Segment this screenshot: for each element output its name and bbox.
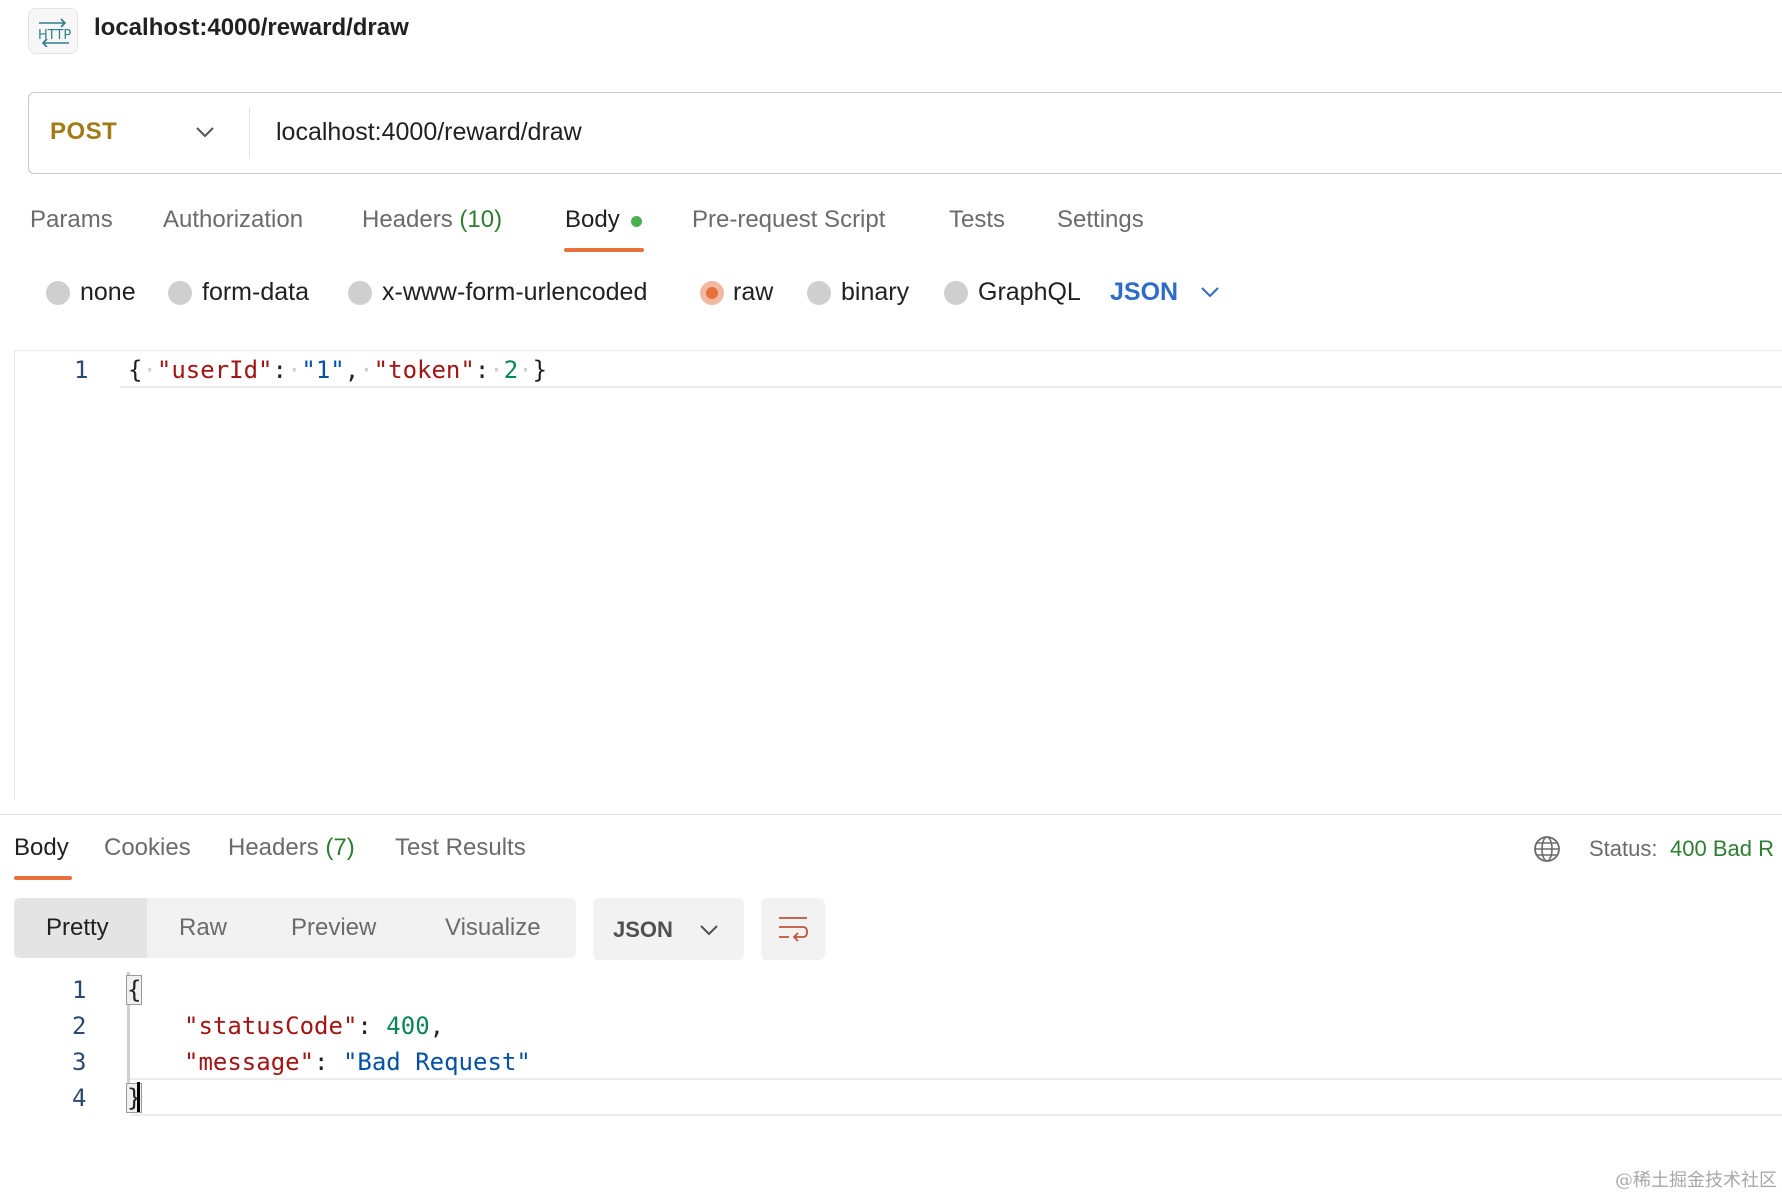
response-format-label: JSON (613, 917, 673, 942)
radio-binary-label[interactable]: binary (841, 278, 909, 307)
status-label: Status: (1589, 836, 1658, 861)
http-icon: HTTP (38, 18, 71, 47)
http-badge: HTTP (28, 8, 78, 54)
tab-headers-label: Headers (362, 206, 453, 233)
radio-form-data-label[interactable]: form-data (202, 278, 309, 307)
url-input[interactable]: localhost:4000/reward/draw (276, 118, 582, 147)
body-format-select[interactable]: JSON (1110, 278, 1178, 307)
code-token: "token" (373, 356, 475, 384)
method-select[interactable]: POST (50, 118, 117, 146)
tab-pre-request-script[interactable]: Pre-request Script (692, 206, 885, 234)
code-token: , (429, 1012, 445, 1040)
radio-none-label[interactable]: none (80, 278, 136, 307)
text-cursor (137, 1082, 140, 1112)
line-number: 3 (72, 1048, 87, 1076)
radio-urlencoded-label[interactable]: x-www-form-urlencoded (382, 278, 647, 307)
globe-icon[interactable] (1532, 834, 1562, 864)
tab-active-underline (14, 876, 72, 880)
tab-headers[interactable]: Headers (10) (362, 206, 502, 234)
code-token: "1" (301, 356, 345, 384)
view-mode-visualize[interactable]: Visualize (445, 914, 541, 942)
request-title[interactable]: localhost:4000/reward/draw (94, 14, 409, 42)
watermark: @稀土掘金技术社区 (1615, 1170, 1777, 1191)
code-token: : (474, 356, 490, 384)
radio-none[interactable] (46, 281, 70, 305)
code-token: { (128, 356, 143, 384)
response-tab-headers[interactable]: Headers (7) (228, 834, 355, 862)
wrap-lines-button[interactable] (761, 898, 825, 960)
tab-headers-count: (10) (459, 206, 503, 233)
request-body-editor[interactable] (14, 350, 1782, 800)
code-token: 2 (503, 356, 519, 384)
chevron-down-icon[interactable] (1199, 284, 1221, 300)
radio-urlencoded[interactable] (348, 281, 372, 305)
code-token: 400 (386, 1012, 430, 1040)
tab-body[interactable]: Body (565, 206, 620, 234)
response-code-line[interactable]: { (126, 975, 143, 1005)
code-token: : (314, 1048, 329, 1076)
view-mode-pretty[interactable]: Pretty (46, 914, 109, 942)
radio-binary[interactable] (807, 281, 831, 305)
tab-settings[interactable]: Settings (1057, 206, 1144, 234)
radio-raw[interactable] (700, 281, 724, 305)
tab-active-underline (564, 248, 644, 252)
line-number: 4 (72, 1084, 87, 1112)
url-divider (249, 108, 250, 158)
radio-graphql-label[interactable]: GraphQL (978, 278, 1081, 307)
status-value[interactable]: 400 Bad R (1670, 836, 1774, 862)
view-mode-raw[interactable]: Raw (179, 914, 227, 942)
response-tab-headers-count: (7) (325, 834, 355, 861)
wrap-lines-icon (779, 917, 808, 942)
code-token: { (126, 975, 143, 1005)
section-divider[interactable] (0, 814, 1782, 815)
code-token: "message" (184, 1048, 315, 1076)
code-token: , (344, 356, 360, 384)
response-code-line[interactable]: "message": "Bad Request" (184, 1048, 531, 1076)
code-token: } (532, 356, 548, 384)
request-code-line[interactable]: {·"userId":·"1",·"token":·2·} (128, 356, 547, 384)
code-token: "statusCode" (184, 1012, 358, 1040)
line-number: 1 (74, 356, 89, 384)
editor-active-line (130, 1078, 1782, 1116)
code-token: : (357, 1012, 372, 1040)
line-number: 1 (72, 976, 87, 1004)
response-tab-headers-label: Headers (228, 834, 319, 861)
radio-form-data[interactable] (168, 281, 192, 305)
chevron-down-icon[interactable] (698, 922, 720, 938)
response-code-line[interactable]: "statusCode": 400, (184, 1012, 444, 1040)
chevron-down-icon[interactable] (194, 124, 216, 140)
svg-text:HTTP: HTTP (38, 28, 71, 43)
radio-graphql[interactable] (944, 281, 968, 305)
tab-tests[interactable]: Tests (949, 206, 1005, 234)
response-tab-test-results[interactable]: Test Results (395, 834, 526, 862)
response-tab-body[interactable]: Body (14, 834, 69, 862)
tab-authorization[interactable]: Authorization (163, 206, 303, 234)
view-mode-preview[interactable]: Preview (291, 914, 376, 942)
code-token: "userId" (156, 356, 273, 384)
code-token: "Bad Request" (342, 1048, 531, 1076)
tab-params[interactable]: Params (30, 206, 113, 234)
line-number: 2 (72, 1012, 87, 1040)
response-tab-cookies[interactable]: Cookies (104, 834, 191, 862)
body-modified-dot (631, 216, 642, 227)
radio-raw-label[interactable]: raw (733, 278, 773, 307)
code-token: : (272, 356, 287, 384)
